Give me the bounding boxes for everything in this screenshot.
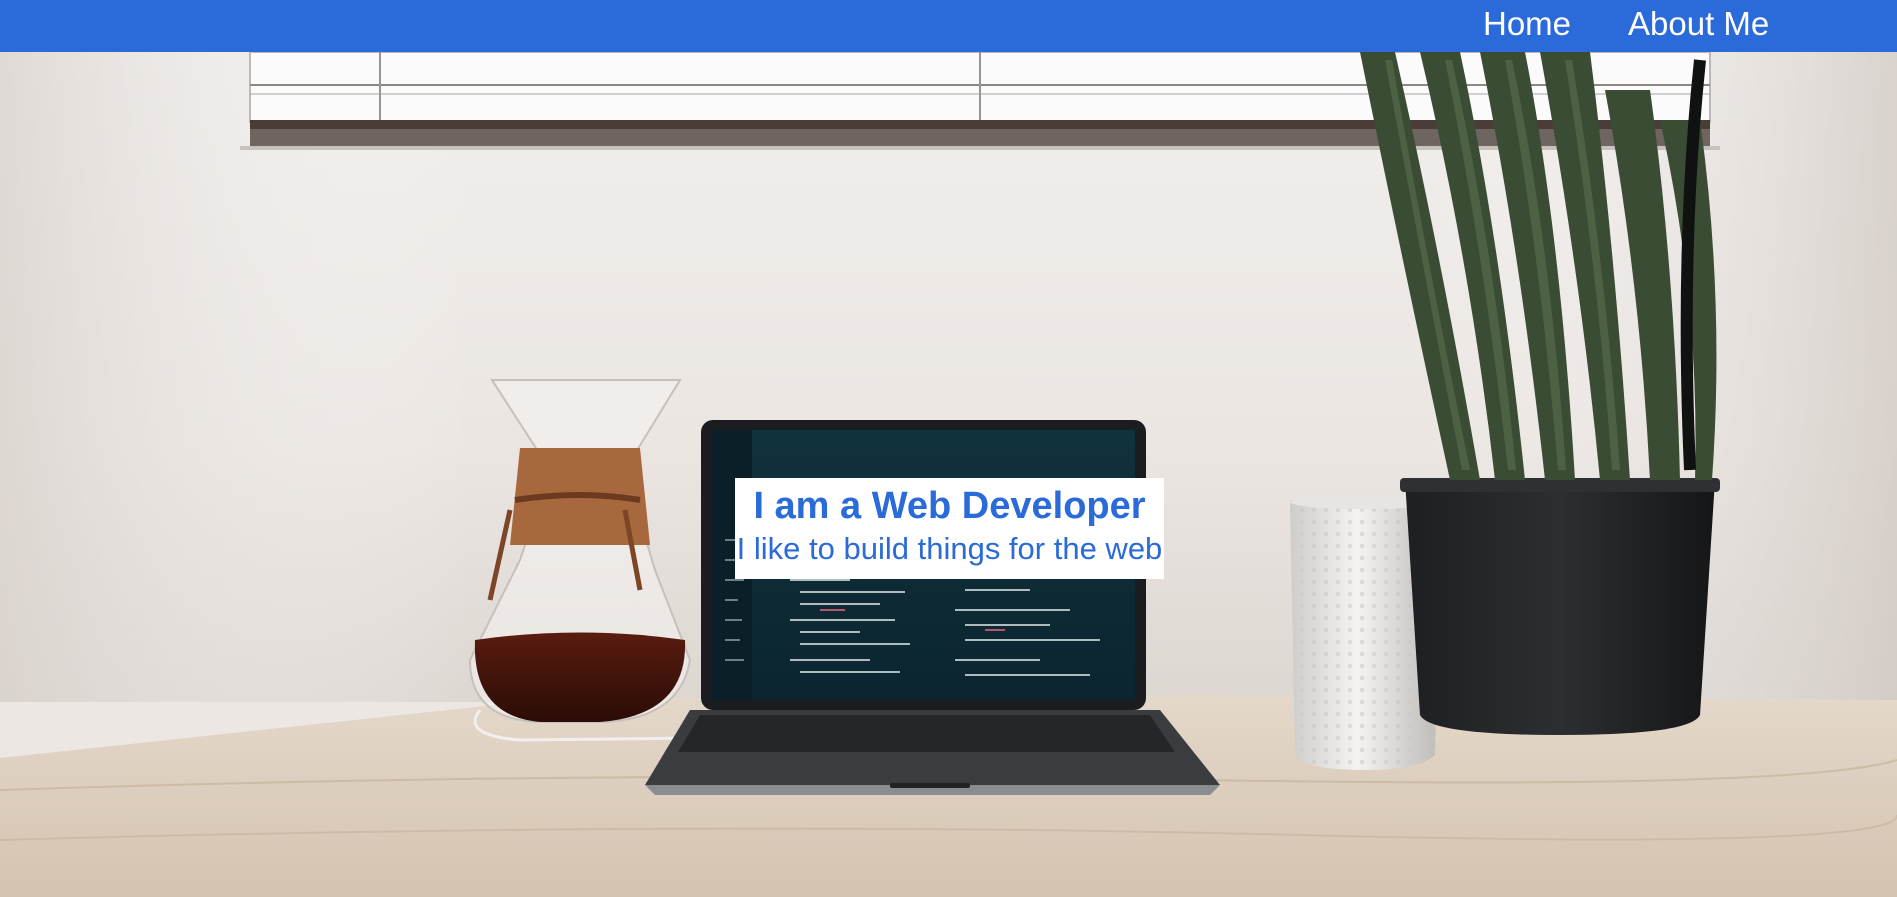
hero-subtitle: I like to build things for the web	[736, 531, 1163, 566]
page: Home About Me I am a Web Developer I lik…	[0, 0, 1897, 897]
hero-title: I am a Web Developer	[753, 485, 1146, 527]
nav-link-about-me[interactable]: About Me	[1628, 4, 1769, 44]
top-navbar: Home About Me	[0, 0, 1897, 52]
intro-box: I am a Web Developer I like to build thi…	[735, 478, 1164, 579]
nav-link-home[interactable]: Home	[1483, 4, 1571, 44]
hero-section: I am a Web Developer I like to build thi…	[0, 52, 1897, 897]
hero-background-photo	[0, 52, 1897, 897]
